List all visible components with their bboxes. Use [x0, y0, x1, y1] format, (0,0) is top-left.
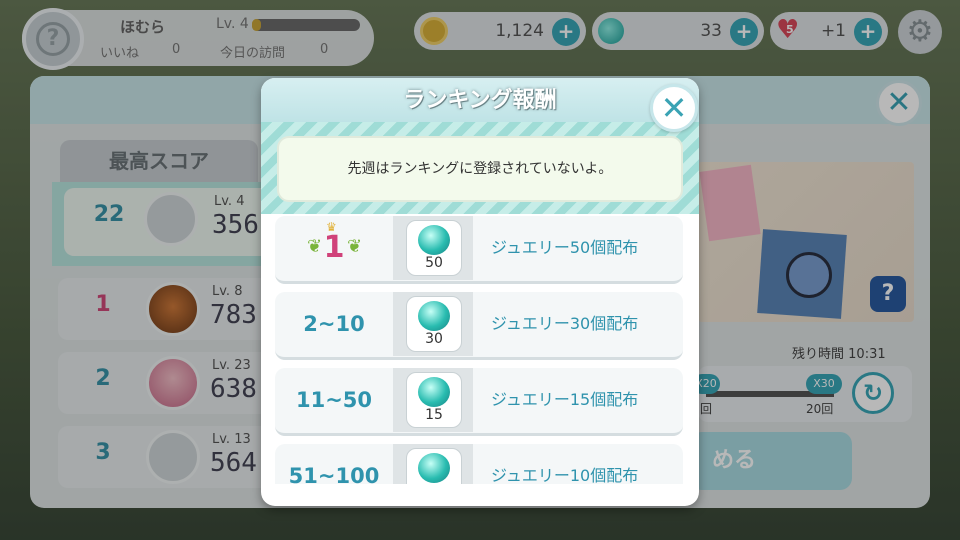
reward-gem-card: 50 — [406, 220, 462, 276]
reward-gem-count: 10 — [407, 483, 461, 484]
reward-gem-count: 15 — [425, 407, 443, 423]
reward-rank: 51~100 — [288, 464, 380, 484]
jewel-icon — [418, 225, 450, 255]
reward-row: 1 ♛ ❦ ❦ 50 ジュエリー50個配布 — [275, 216, 683, 284]
reward-gem-box: 10 — [393, 444, 473, 484]
reward-gem-count: 30 — [425, 331, 443, 347]
reward-description: ジュエリー30個配布 — [491, 314, 639, 333]
reward-row: 51~100 10 ジュエリー10個配布 — [275, 444, 683, 484]
reward-gem-count: 50 — [425, 255, 443, 271]
reward-description: ジュエリー15個配布 — [491, 390, 639, 409]
reward-description: ジュエリー50個配布 — [491, 238, 639, 257]
reward-rank: 11~50 — [295, 388, 373, 412]
ranking-reward-modal: ランキング報酬 先週はランキングに登録されていないよ。 1 ♛ ❦ ❦ 50 ジ… — [261, 78, 699, 506]
laurel-left-icon: ❦ — [307, 236, 323, 257]
laurel-right-icon: ❦ — [347, 236, 363, 257]
jewel-icon — [418, 453, 450, 483]
reward-description: ジュエリー10個配布 — [491, 466, 639, 484]
close-icon[interactable]: ✕ — [650, 84, 698, 132]
reward-list[interactable]: 1 ♛ ❦ ❦ 50 ジュエリー50個配布 2~10 30 ジュエリー30個配布 — [261, 216, 699, 484]
reward-gem-box: 30 — [393, 292, 473, 356]
jewel-icon — [418, 301, 450, 331]
reward-gem-card: 15 — [406, 372, 462, 428]
reward-gem-box: 15 — [393, 368, 473, 432]
reward-row: 2~10 30 ジュエリー30個配布 — [275, 292, 683, 360]
reward-gem-card: 30 — [406, 296, 462, 352]
reward-row: 11~50 15 ジュエリー15個配布 — [275, 368, 683, 436]
reward-rank: 2~10 — [303, 312, 365, 336]
modal-title: ランキング報酬 — [403, 88, 557, 113]
crown-icon: ♛ — [326, 220, 337, 234]
status-message: 先週はランキングに登録されていないよ。 — [277, 136, 683, 202]
reward-gem-box: 50 — [393, 216, 473, 280]
jewel-icon — [418, 377, 450, 407]
reward-gem-card: 10 — [406, 448, 462, 484]
